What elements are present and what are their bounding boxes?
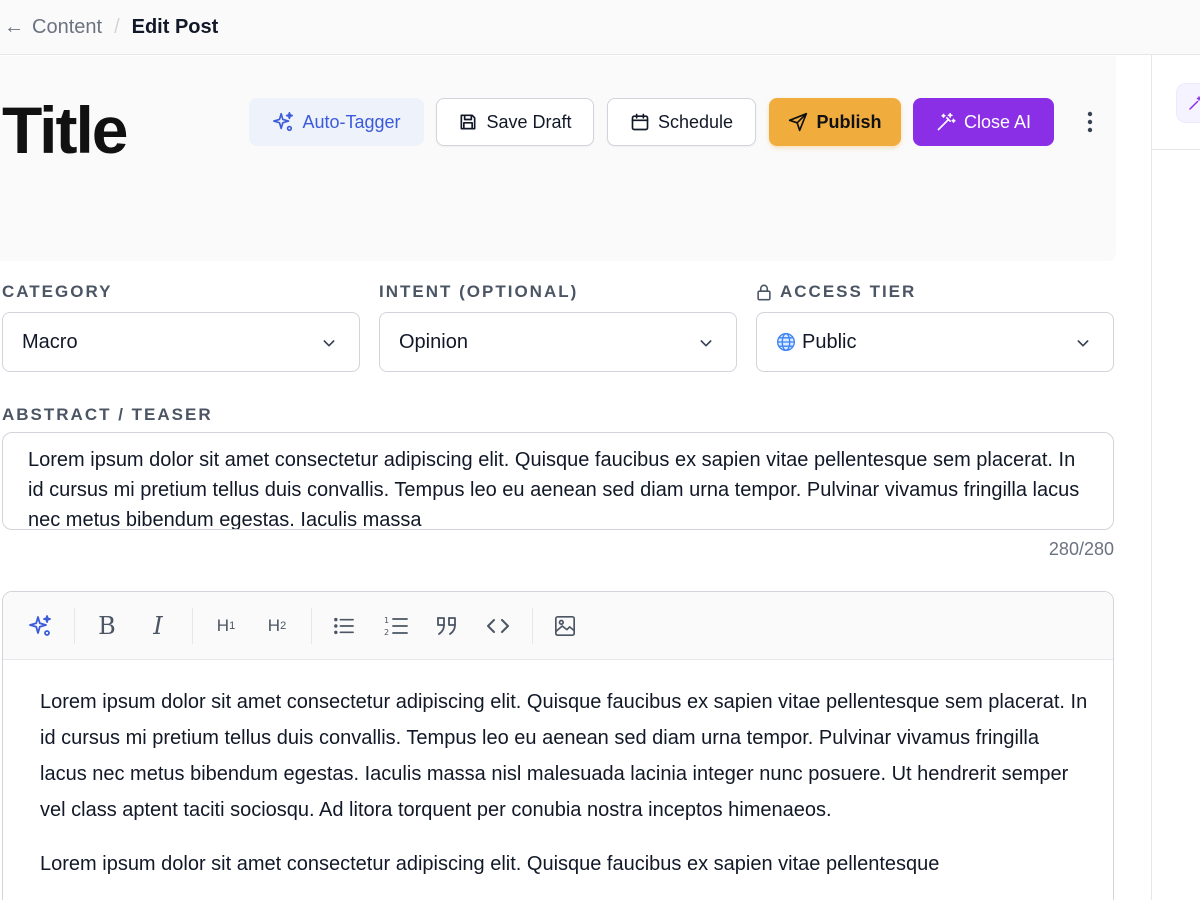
insert-image-button[interactable]: [548, 609, 582, 643]
intent-select[interactable]: Opinion: [379, 312, 737, 372]
bullet-list-button[interactable]: [327, 609, 361, 643]
magic-wand-icon: [1189, 96, 1200, 110]
ai-sparkles-button[interactable]: [23, 609, 57, 643]
auto-tagger-button[interactable]: Auto-Tagger: [249, 98, 424, 146]
category-select[interactable]: Macro: [2, 312, 360, 372]
chevron-down-icon: [700, 340, 712, 347]
sparkles-icon: [273, 112, 294, 132]
toolbar-separator: [74, 608, 75, 644]
auto-tagger-label: Auto-Tagger: [302, 111, 401, 132]
save-icon: [460, 114, 476, 130]
breadcrumb-current: Edit Post: [131, 15, 219, 38]
access-tier-value: Public: [802, 330, 857, 353]
magic-wand-icon: [937, 112, 956, 131]
schedule-button[interactable]: Schedule: [607, 98, 756, 146]
sparkles-icon: [29, 615, 51, 636]
category-label: CATEGORY: [2, 282, 113, 301]
heading-2-letter: H: [267, 616, 281, 635]
code-icon: [487, 619, 509, 633]
breadcrumb-separator: /: [114, 15, 120, 38]
access-tier-label: ACCESS TIER: [780, 282, 917, 301]
editor-paragraph: Lorem ipsum dolor sit amet consectetur a…: [40, 691, 1088, 821]
category-value: Macro: [22, 330, 78, 353]
toolbar-separator: [311, 608, 312, 644]
heading-2-button[interactable]: H2: [260, 609, 294, 643]
post-header: Title Auto-Tagger Save Draft Schedule Pu…: [0, 56, 1116, 261]
right-rail: [1151, 55, 1200, 900]
character-counter: 280/280: [1048, 539, 1114, 559]
toolbar-separator: [192, 608, 193, 644]
globe-icon: [777, 333, 795, 351]
ordered-list-icon: 12: [384, 616, 408, 637]
editor-toolbar: B I H1 H2 12: [3, 592, 1113, 660]
more-options-button[interactable]: [1075, 98, 1105, 146]
heading-1-level: 1: [229, 620, 236, 632]
back-arrow-icon[interactable]: ←: [2, 16, 26, 39]
heading-2-level: 2: [280, 620, 287, 632]
bullet-list-icon: [334, 617, 354, 635]
svg-text:1: 1: [384, 616, 389, 625]
rail-divider: [1152, 149, 1200, 150]
svg-text:2: 2: [384, 628, 389, 637]
calendar-icon: [631, 113, 649, 131]
chevron-down-icon: [1077, 340, 1089, 347]
heading-1-button[interactable]: H1: [209, 609, 243, 643]
chevron-down-icon: [323, 340, 335, 347]
save-draft-button[interactable]: Save Draft: [436, 98, 594, 146]
code-button[interactable]: [481, 609, 515, 643]
lock-icon: [757, 284, 771, 300]
italic-button[interactable]: I: [141, 609, 175, 643]
save-draft-label: Save Draft: [486, 111, 572, 132]
rich-text-editor: B I H1 H2 12 Lorem ipsum dolor sit amet …: [2, 591, 1114, 900]
bold-button[interactable]: B: [90, 609, 124, 643]
access-tier-label-group: ACCESS TIER: [756, 282, 916, 302]
editor-content[interactable]: Lorem ipsum dolor sit amet consectetur a…: [40, 684, 1090, 900]
intent-value: Opinion: [399, 330, 468, 353]
heading-1-letter: H: [216, 616, 230, 635]
close-ai-label: Close AI: [963, 111, 1032, 132]
abstract-label: ABSTRACT / TEASER: [2, 405, 213, 424]
access-tier-select[interactable]: Public: [756, 312, 1114, 372]
publish-label: Publish: [816, 111, 882, 132]
abstract-textarea[interactable]: Lorem ipsum dolor sit amet consectetur a…: [2, 432, 1114, 530]
post-title[interactable]: Title: [2, 92, 128, 168]
breadcrumb-content[interactable]: Content: [32, 16, 102, 39]
intent-label: INTENT (OPTIONAL): [379, 282, 579, 301]
top-bar: ← Content / Edit Post: [0, 0, 1200, 55]
close-ai-button[interactable]: Close AI: [913, 98, 1054, 146]
more-vertical-icon: [1087, 111, 1093, 133]
image-icon: [555, 616, 575, 636]
publish-button[interactable]: Publish: [769, 98, 901, 146]
send-icon: [789, 112, 808, 132]
blockquote-button[interactable]: [430, 609, 464, 643]
schedule-label: Schedule: [657, 111, 734, 132]
quote-icon: [437, 617, 456, 635]
ai-assistant-button[interactable]: [1176, 83, 1200, 123]
editor-paragraph: Lorem ipsum dolor sit amet consectetur a…: [40, 853, 940, 875]
ordered-list-button[interactable]: 12: [379, 609, 413, 643]
toolbar-separator: [532, 608, 533, 644]
